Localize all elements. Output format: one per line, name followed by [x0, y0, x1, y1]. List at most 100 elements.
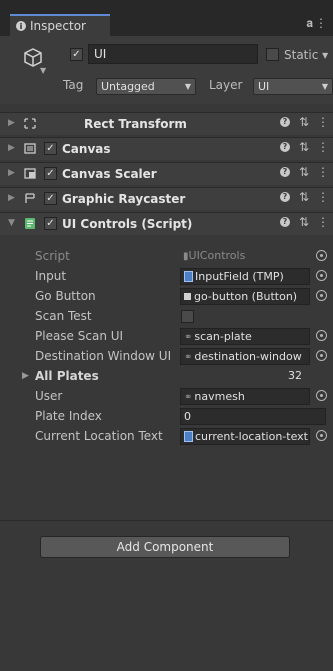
add-component-button[interactable]: Add Component	[40, 536, 290, 558]
property-label: All Plates	[35, 369, 99, 383]
destination-window-reference[interactable]: ⚭ destination-window	[180, 348, 310, 365]
component-menu-icon[interactable]: ⋮	[317, 215, 329, 229]
property-label: Please Scan UI	[35, 329, 124, 343]
foldout-arrow-icon[interactable]: ▶	[8, 193, 15, 203]
icon-dropdown-arrow-icon[interactable]: ▼	[40, 66, 46, 75]
property-label: Go Button	[35, 289, 96, 303]
tmp-input-icon	[184, 271, 193, 282]
object-picker-icon[interactable]	[316, 270, 327, 281]
component-title: Graphic Raycaster	[62, 192, 186, 206]
object-picker-icon	[316, 250, 327, 261]
info-icon: i	[16, 21, 26, 31]
static-checkbox[interactable]	[266, 48, 279, 61]
lock-icon[interactable]: 𝐚	[306, 16, 313, 31]
help-icon[interactable]: ?	[280, 192, 290, 202]
component-rect-transform[interactable]: ▶ Rect Transform ? ⇅ ⋮	[0, 112, 333, 135]
property-label: Current Location Text	[35, 429, 163, 443]
go-button-reference[interactable]: go-button (Button)	[180, 288, 310, 305]
foldout-arrow-icon[interactable]: ▶	[8, 143, 15, 153]
property-value: destination-window	[194, 350, 302, 363]
divider	[0, 520, 333, 521]
property-current-location-text: Current Location Text current-location-t…	[0, 427, 333, 447]
object-picker-icon[interactable]	[316, 390, 327, 401]
property-value: UIControls	[188, 249, 246, 262]
foldout-arrow-icon[interactable]: ▼	[8, 218, 15, 228]
tab-inspector[interactable]: i Inspector	[10, 14, 110, 36]
layer-label: Layer	[209, 78, 243, 92]
property-label: Plate Index	[35, 409, 102, 423]
component-menu-icon[interactable]: ⋮	[317, 140, 329, 154]
plate-index-field[interactable]: 0	[180, 408, 326, 425]
property-label: Scan Test	[35, 309, 92, 323]
component-canvas[interactable]: ▶ ✓ Canvas ? ⇅ ⋮	[0, 137, 333, 160]
component-canvas-scaler[interactable]: ▶ ✓ Canvas Scaler ? ⇅ ⋮	[0, 162, 333, 185]
object-picker-icon[interactable]	[316, 430, 327, 441]
component-title: Canvas	[62, 142, 111, 156]
property-value: InputField (TMP)	[195, 270, 284, 283]
more-options-icon[interactable]: ⋮	[315, 16, 327, 30]
component-enabled-checkbox[interactable]: ✓	[44, 192, 57, 205]
tag-label: Tag	[63, 78, 84, 92]
active-checkbox[interactable]: ✓	[70, 48, 83, 61]
gameobject-icon: ⚭	[184, 392, 193, 403]
user-reference[interactable]: ⚭ navmesh	[180, 388, 310, 405]
component-menu-icon[interactable]: ⋮	[317, 165, 329, 179]
property-scan-test: Scan Test	[0, 307, 333, 327]
property-value: current-location-text	[195, 430, 308, 443]
foldout-arrow-icon[interactable]: ▶	[8, 118, 15, 128]
preset-icon[interactable]: ⇅	[299, 215, 309, 229]
property-please-scan-ui: Please Scan UI ⚭ scan-plate	[0, 327, 333, 347]
component-title: Canvas Scaler	[62, 167, 157, 181]
object-name-field[interactable]: UI	[88, 44, 258, 64]
component-enabled-checkbox[interactable]: ✓	[44, 142, 57, 155]
component-title: UI Controls (Script)	[62, 217, 193, 231]
scan-test-checkbox[interactable]	[181, 310, 194, 323]
foldout-arrow-icon[interactable]: ▶	[22, 371, 29, 381]
tab-inspector-label: Inspector	[30, 19, 86, 33]
object-picker-icon[interactable]	[316, 330, 327, 341]
gameobject-icon: ⚭	[184, 352, 193, 363]
rect-transform-icon	[24, 118, 36, 129]
script-icon	[25, 218, 35, 229]
property-all-plates[interactable]: ▶ All Plates 32	[0, 367, 333, 387]
component-ui-controls-script[interactable]: ▼ ✓ UI Controls (Script) ? ⇅ ⋮	[0, 212, 333, 235]
canvas-icon	[24, 143, 36, 154]
object-picker-icon[interactable]	[316, 350, 327, 361]
preset-icon[interactable]: ⇅	[299, 190, 309, 204]
static-label[interactable]: Static ▾	[284, 48, 328, 62]
component-enabled-checkbox[interactable]: ✓	[44, 217, 57, 230]
component-title: Rect Transform	[84, 117, 187, 131]
preset-icon[interactable]: ⇅	[299, 165, 309, 179]
help-icon[interactable]: ?	[280, 217, 290, 227]
component-graphic-raycaster[interactable]: ▶ ✓ Graphic Raycaster ? ⇅ ⋮	[0, 187, 333, 210]
property-plate-index: Plate Index 0	[0, 407, 333, 427]
preset-icon[interactable]: ⇅	[299, 140, 309, 154]
component-enabled-checkbox[interactable]: ✓	[44, 167, 57, 180]
help-icon[interactable]: ?	[280, 142, 290, 152]
property-label: User	[35, 389, 63, 403]
help-icon[interactable]: ?	[280, 167, 290, 177]
property-input: Input InputField (TMP)	[0, 267, 333, 287]
component-menu-icon[interactable]: ⋮	[317, 190, 329, 204]
please-scan-ui-reference[interactable]: ⚭ scan-plate	[180, 328, 310, 345]
chevron-down-icon: ▼	[321, 82, 328, 91]
chevron-down-icon: ▼	[184, 82, 191, 91]
property-destination-window: Destination Window UI ⚭ destination-windo…	[0, 347, 333, 367]
property-script: Script ▮UIControls	[0, 247, 333, 267]
array-size-field[interactable]: 32	[285, 368, 320, 385]
property-value: scan-plate	[194, 330, 252, 343]
input-field-reference[interactable]: InputField (TMP)	[180, 268, 310, 285]
layer-dropdown[interactable]: UI ▼	[253, 78, 333, 95]
script-field: ▮UIControls	[180, 248, 310, 265]
layer-value: UI	[258, 80, 270, 93]
property-label: Input	[35, 269, 67, 283]
preset-icon[interactable]: ⇅	[299, 115, 309, 129]
current-location-text-reference[interactable]: current-location-text	[180, 428, 310, 445]
button-component-icon	[184, 293, 191, 300]
component-menu-icon[interactable]: ⋮	[317, 115, 329, 129]
foldout-arrow-icon[interactable]: ▶	[8, 168, 15, 178]
gameobject-icon: ⚭	[184, 332, 193, 343]
object-picker-icon[interactable]	[316, 290, 327, 301]
tag-dropdown[interactable]: Untagged ▼	[96, 78, 196, 95]
help-icon[interactable]: ?	[280, 117, 290, 127]
